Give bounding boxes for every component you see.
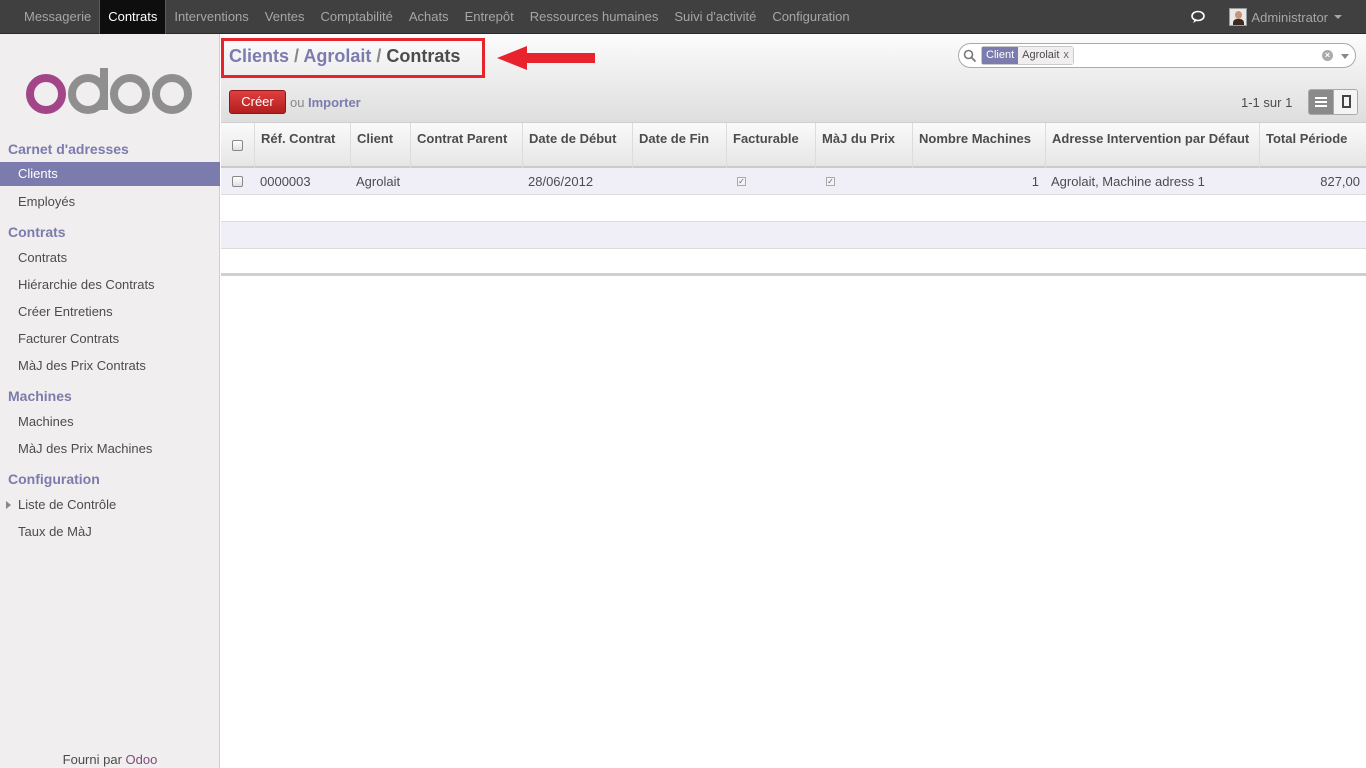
breadcrumb: Clients / Agrolait / Contrats (229, 46, 460, 67)
section-configuration: Configuration (8, 471, 100, 487)
list-view-icon (1315, 97, 1327, 107)
sidebar-item-label: Liste de Contrôle (18, 497, 117, 512)
sidebar-item-facturer-contrats[interactable]: Facturer Contrats (0, 327, 220, 351)
row-checkbox[interactable] (232, 176, 243, 187)
billable-checkbox: ✓ (737, 177, 746, 186)
menu-interventions[interactable]: Interventions (166, 0, 256, 34)
menu-configuration[interactable]: Configuration (764, 0, 857, 34)
breadcrumb-agrolait[interactable]: Agrolait (303, 46, 371, 66)
breadcrumb-clients[interactable]: Clients (229, 46, 289, 66)
search-bar[interactable]: Client Agrolait x × (958, 43, 1356, 68)
menu-suivi-activite[interactable]: Suivi d'activité (666, 0, 764, 34)
column-header[interactable]: Facturable (726, 123, 816, 168)
cell-client: Agrolait (356, 174, 401, 189)
user-avatar[interactable] (1229, 8, 1248, 26)
odoo-logo[interactable] (26, 66, 194, 114)
sidebar-item-hierarchie-contrats[interactable]: Hiérarchie des Contrats (0, 273, 220, 297)
footer-text: Fourni par (62, 752, 122, 767)
search-options-dropdown-icon[interactable] (1341, 54, 1349, 59)
sidebar-item-contrats[interactable]: Contrats (0, 246, 220, 270)
column-header[interactable]: Nombre Machines (912, 123, 1046, 168)
search-icon (963, 49, 977, 63)
sidebar-item-employes[interactable]: Employés (0, 190, 220, 214)
breadcrumb-separator: / (294, 46, 304, 66)
section-machines: Machines (8, 388, 72, 404)
clear-search-icon[interactable]: × (1322, 50, 1333, 61)
breadcrumb-separator: / (376, 46, 387, 66)
menu-comptabilite[interactable]: Comptabilité (313, 0, 401, 34)
column-header[interactable]: Adresse Intervention par Défaut (1045, 123, 1260, 168)
menu-entrepot[interactable]: Entrepôt (457, 0, 522, 34)
list-view-button[interactable] (1309, 90, 1333, 114)
control-panel: Clients / Agrolait / Contrats Client Agr… (221, 34, 1366, 122)
sidebar-item-taux-maj[interactable]: Taux de MàJ (0, 520, 220, 544)
empty-row (221, 195, 1366, 222)
form-view-button[interactable] (1332, 90, 1357, 114)
user-menu[interactable]: Administrator (1251, 10, 1328, 25)
column-header[interactable]: Total Période (1259, 123, 1366, 168)
table-header: Réf. Contrat Client Contrat Parent Date … (221, 122, 1366, 168)
sidebar-item-creer-entretiens[interactable]: Créer Entretiens (0, 300, 220, 324)
view-switcher (1308, 89, 1358, 115)
select-all-checkbox[interactable] (232, 140, 243, 151)
empty-row (221, 222, 1366, 249)
user-area: Administrator (1191, 0, 1342, 34)
facet-remove-icon[interactable]: x (1063, 49, 1069, 61)
column-header[interactable]: MàJ du Prix (815, 123, 913, 168)
column-header[interactable]: Date de Début (522, 123, 633, 168)
menu-contrats[interactable]: Contrats (99, 0, 167, 34)
or-text: ou (290, 95, 305, 110)
cell-start-date: 28/06/2012 (528, 174, 594, 189)
sidebar: Carnet d'adresses Clients Employés Contr… (0, 34, 220, 768)
expand-arrow-icon[interactable] (6, 501, 11, 509)
sidebar-footer: Fourni par Odoo (0, 752, 220, 767)
chat-icon[interactable] (1191, 9, 1207, 25)
cell-ref: 0000003 (260, 174, 311, 189)
breadcrumb-current: Contrats (386, 46, 461, 66)
annotation-arrow-icon (497, 46, 595, 70)
menu-achats[interactable]: Achats (401, 0, 457, 34)
top-navbar: Messagerie Contrats Interventions Ventes… (0, 0, 1366, 34)
menu-ressources-humaines[interactable]: Ressources humaines (522, 0, 667, 34)
sidebar-item-liste-controle[interactable]: Liste de Contrôle (0, 493, 220, 517)
empty-row (221, 249, 1366, 276)
sidebar-item-clients[interactable]: Clients (0, 162, 220, 186)
column-header[interactable]: Réf. Contrat (254, 123, 351, 168)
pager-value[interactable]: 1-1 sur 1 (1241, 95, 1292, 110)
form-view-icon (1341, 95, 1351, 108)
sidebar-item-maj-prix-contrats[interactable]: MàJ des Prix Contrats (0, 354, 220, 378)
import-link[interactable]: Importer (308, 95, 361, 110)
section-carnet-adresses: Carnet d'adresses (8, 141, 129, 157)
footer-brand-link[interactable]: Odoo (126, 752, 158, 767)
table-row[interactable]: 0000003 Agrolait 28/06/2012 ✓ ✓ 1 Agrola… (221, 168, 1366, 195)
cell-address: Agrolait, Machine adress 1 (1051, 174, 1205, 189)
column-header[interactable]: Client (350, 123, 411, 168)
sidebar-item-machines[interactable]: Machines (0, 410, 220, 434)
chevron-down-icon[interactable] (1334, 15, 1342, 19)
sidebar-item-maj-prix-machines[interactable]: MàJ des Prix Machines (0, 437, 220, 461)
column-header[interactable]: Contrat Parent (410, 123, 523, 168)
cell-total: 827,00 (1320, 174, 1360, 189)
facet-label: Client (982, 47, 1019, 64)
menu-messagerie[interactable]: Messagerie (16, 0, 99, 34)
column-header[interactable]: Date de Fin (632, 123, 727, 168)
search-facet-client[interactable]: Client Agrolait x (981, 46, 1074, 65)
menu-ventes[interactable]: Ventes (257, 0, 313, 34)
price-update-checkbox: ✓ (826, 177, 835, 186)
top-menu: Messagerie Contrats Interventions Ventes… (16, 0, 858, 34)
main-content: Clients / Agrolait / Contrats Client Agr… (221, 34, 1366, 768)
cell-machines: 1 (1031, 174, 1039, 189)
facet-value: Agrolait x (1018, 47, 1073, 64)
section-contrats: Contrats (8, 224, 66, 240)
create-button[interactable]: Créer (229, 90, 286, 114)
